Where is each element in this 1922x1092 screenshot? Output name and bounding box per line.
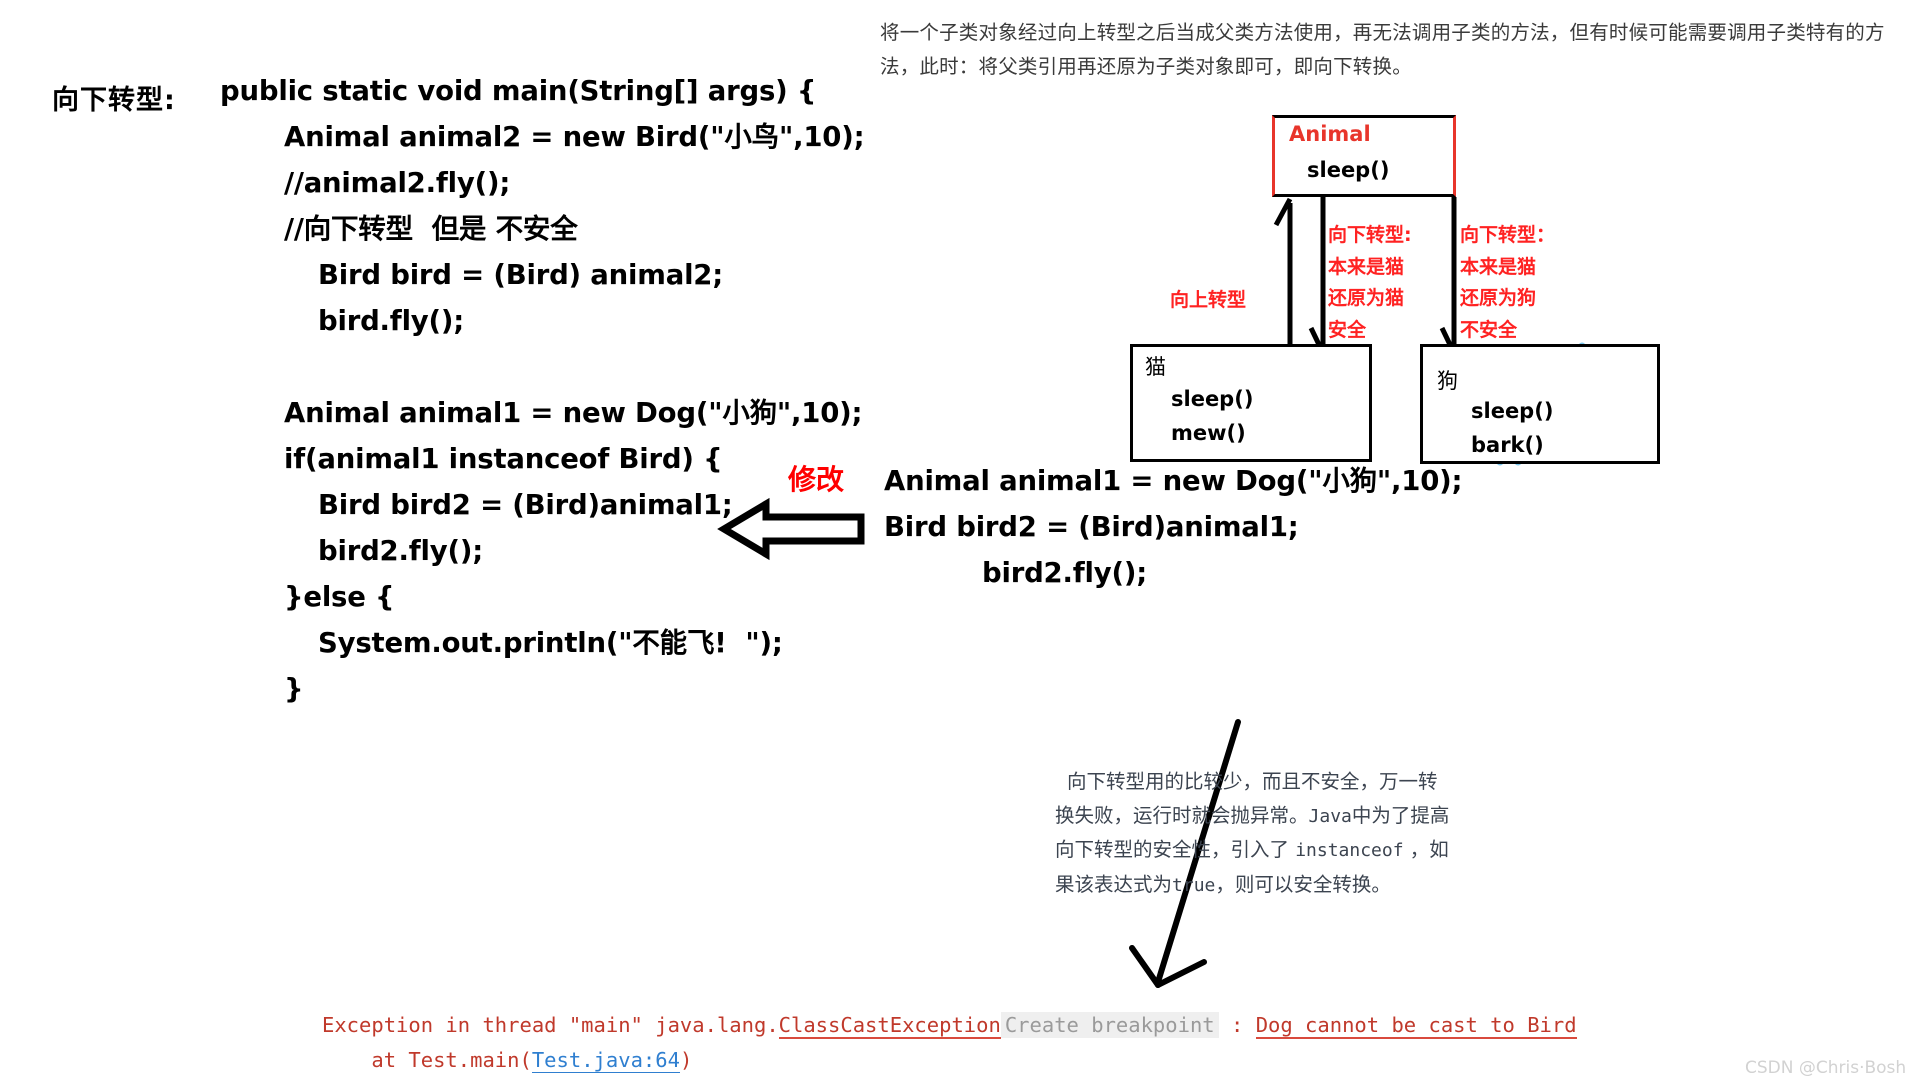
label-upcast: 向上转型: [1170, 289, 1247, 311]
uml-method: sleep(): [1471, 399, 1554, 423]
stacktrace-suffix: ): [679, 1048, 693, 1072]
uml-method: mew(): [1171, 421, 1246, 445]
code-line: bird2.fly();: [982, 557, 1147, 589]
bottom-note-part4: ，则可以安全转换。: [1215, 872, 1391, 896]
stacktrace-prefix: at Test.main(: [322, 1048, 532, 1072]
console-output: Exception in thread "main" java.lang.Cla…: [322, 1008, 1722, 1078]
code-line: }: [284, 673, 304, 705]
stacktrace-file-link[interactable]: Test.java:64: [531, 1048, 680, 1073]
uml-method: sleep(): [1171, 387, 1254, 411]
exception-class-link[interactable]: ClassCastException: [778, 1013, 1001, 1039]
uml-box-cat: 猫 sleep() mew(): [1130, 344, 1372, 462]
uml-class-name: 狗: [1437, 369, 1458, 393]
note-downcast-cat: 向下转型: 本来是猫 还原为猫 安全: [1328, 224, 1412, 341]
code-line: Bird bird2 = (Bird)animal1;: [884, 511, 1299, 543]
code-line: Animal animal2 = new Bird("小鸟",10);: [284, 121, 865, 153]
uml-class-diagram: Animal sleep() 猫 sleep() mew() 狗 sleep()…: [1120, 100, 1700, 480]
code-block-original: public static void main(String[] args) {…: [220, 68, 920, 712]
modify-label: 修改: [788, 463, 845, 496]
create-breakpoint-label[interactable]: Create breakpoint: [1000, 1012, 1219, 1038]
console-line-1: Exception in thread "main" java.lang.Cla…: [322, 1008, 1722, 1043]
uml-box-animal: Animal sleep(): [1272, 115, 1456, 197]
top-note: 将一个子类对象经过向上转型之后当成父类方法使用，再无法调用子类的方法，但有时候可…: [880, 21, 1885, 78]
exception-colon: :: [1218, 1013, 1256, 1037]
code-line: bird.fly();: [318, 305, 465, 337]
code-line: }else {: [284, 581, 395, 613]
code-line: //animal2.fly();: [284, 167, 511, 199]
slide-canvas: 将一个子类对象经过向上转型之后当成父类方法使用，再无法调用子类的方法，但有时候可…: [0, 0, 1922, 1092]
bottom-note: 向下转型用的比较少，而且不安全，万一转换失败，运行时就会抛异常。Java中为了提…: [1055, 765, 1455, 902]
uml-method: sleep(): [1307, 158, 1390, 182]
console-line-2: at Test.main(Test.java:64): [322, 1043, 1722, 1078]
code-line: System.out.println("不能飞! ");: [318, 627, 783, 659]
bottom-note-mono3: true: [1172, 874, 1216, 896]
exception-message: Dog cannot be cast to Bird: [1255, 1013, 1577, 1039]
section-title: 向下转型:: [52, 85, 176, 116]
bottom-note-mono1: Java: [1308, 805, 1352, 827]
uml-box-dog: 狗 sleep() bark(): [1420, 344, 1660, 464]
uml-class-name: Animal: [1289, 122, 1371, 146]
left-block-arrow-icon: [717, 497, 865, 561]
uml-method: bark(): [1471, 433, 1544, 457]
exception-prefix: Exception in thread "main" java.lang.: [322, 1013, 779, 1037]
note-downcast-dog: 向下转型： 本来是猫 还原为狗 不安全: [1460, 224, 1556, 341]
code-line: Bird bird = (Bird) animal2;: [318, 259, 724, 291]
bottom-note-mono2: instanceof: [1295, 840, 1404, 861]
code-line: Animal animal1 = new Dog("小狗",10);: [284, 397, 863, 429]
code-line: //向下转型 但是 不安全: [284, 213, 578, 245]
watermark: CSDN @Chris·Bosh: [1745, 1058, 1907, 1078]
uml-class-name: 猫: [1145, 355, 1166, 379]
code-line: public static void main(String[] args) {: [220, 75, 817, 107]
